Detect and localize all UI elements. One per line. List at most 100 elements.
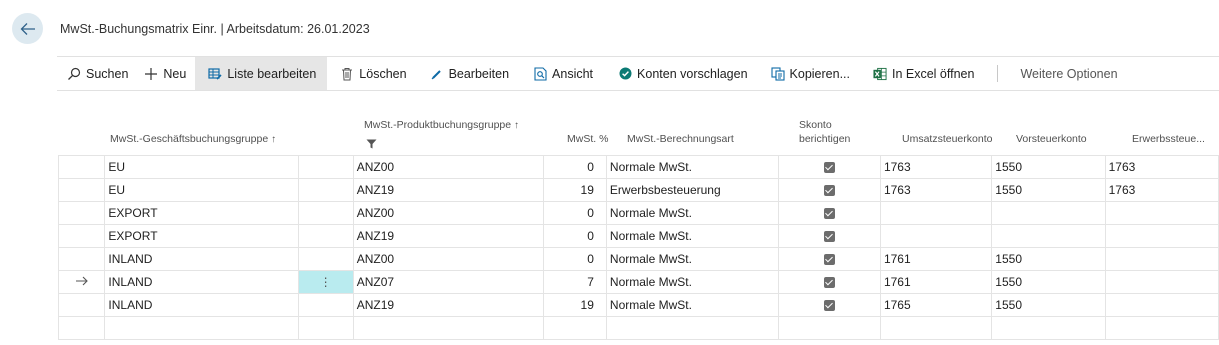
cell-vat-pct[interactable]: 19 — [542, 293, 607, 317]
header-sales-account[interactable]: Umsatzsteuerkonto — [902, 133, 992, 146]
cell-bus-group[interactable]: EU — [104, 178, 299, 202]
row-menu-cell[interactable] — [297, 155, 354, 179]
cell-purchase-account[interactable]: 1550 — [991, 270, 1106, 294]
more-options-button[interactable]: Weitere Optionen — [1010, 57, 1126, 90]
cell-skonto[interactable] — [777, 293, 881, 317]
header-acquisition-account[interactable]: Erwerbssteue... — [1132, 133, 1205, 146]
cell-prod-group[interactable]: ANZ19 — [352, 293, 544, 317]
empty-cell[interactable] — [879, 316, 993, 340]
cell-calc-type[interactable]: Normale MwSt. — [605, 270, 779, 294]
empty-cell[interactable] — [991, 316, 1106, 340]
cell-sales-account[interactable]: 1763 — [879, 178, 993, 202]
header-purchase-account[interactable]: Vorsteuerkonto — [1016, 133, 1087, 146]
checkbox-checked[interactable] — [823, 162, 835, 174]
cell-prod-group[interactable]: ANZ00 — [352, 155, 544, 179]
empty-cell[interactable] — [104, 316, 299, 340]
cell-skonto[interactable] — [777, 270, 881, 294]
cell-acquisition-account[interactable] — [1104, 247, 1219, 271]
checkbox-checked[interactable] — [823, 277, 835, 289]
checkbox-checked[interactable] — [823, 300, 835, 312]
cell-sales-account[interactable]: 1761 — [879, 247, 993, 271]
back-button[interactable] — [12, 13, 43, 44]
cell-prod-group[interactable]: ANZ19 — [352, 178, 544, 202]
cell-calc-type[interactable]: Normale MwSt. — [605, 293, 779, 317]
cell-sales-account[interactable]: 1765 — [879, 293, 993, 317]
cell-prod-group[interactable]: ANZ19 — [352, 224, 544, 248]
header-vat-pct[interactable]: MwSt. % — [567, 133, 608, 146]
cell-vat-pct[interactable]: 0 — [542, 224, 607, 248]
row-menu-cell[interactable] — [297, 201, 354, 225]
checkbox-checked[interactable] — [823, 208, 835, 220]
table-row[interactable]: EXPORT ANZ00 0 Normale MwSt. — [57, 201, 1219, 225]
suggest-accounts-button[interactable]: Konten vorschlagen — [602, 57, 757, 90]
cell-bus-group[interactable]: INLAND — [104, 247, 299, 271]
edit-button[interactable]: Bearbeiten — [416, 57, 518, 90]
table-row[interactable]: EU ANZ00 0 Normale MwSt. 1763 1550 1763 — [57, 155, 1219, 179]
cell-purchase-account[interactable]: 1550 — [991, 293, 1106, 317]
cell-skonto[interactable] — [777, 201, 881, 225]
checkbox-checked[interactable] — [823, 185, 835, 197]
open-excel-button[interactable]: In Excel öffnen — [859, 57, 983, 90]
cell-acquisition-account[interactable]: 1763 — [1104, 155, 1219, 179]
cell-calc-type[interactable]: Normale MwSt. — [605, 155, 779, 179]
cell-prod-group[interactable]: ANZ00 — [352, 247, 544, 271]
cell-acquisition-account[interactable]: 1763 — [1104, 178, 1219, 202]
cell-bus-group[interactable]: EU — [104, 155, 299, 179]
table-row[interactable]: INLAND ⋮ ANZ07 7 Normale MwSt. 1761 1550 — [57, 270, 1219, 294]
header-prod-group[interactable]: MwSt.-Produktbuchungsgruppe ↑ — [364, 119, 519, 132]
cell-purchase-account[interactable]: 1550 — [991, 247, 1106, 271]
cell-prod-group[interactable]: ANZ00 — [352, 201, 544, 225]
cell-purchase-account[interactable]: 1550 — [991, 155, 1106, 179]
table-row[interactable]: INLAND ANZ00 0 Normale MwSt. 1761 1550 — [57, 247, 1219, 271]
view-button[interactable]: Ansicht — [518, 57, 602, 90]
row-menu-cell[interactable] — [297, 293, 354, 317]
table-row-empty[interactable] — [57, 316, 1219, 340]
cell-calc-type[interactable]: Normale MwSt. — [605, 224, 779, 248]
table-row[interactable]: INLAND ANZ19 19 Normale MwSt. 1765 1550 — [57, 293, 1219, 317]
cell-skonto[interactable] — [777, 224, 881, 248]
cell-skonto[interactable] — [777, 247, 881, 271]
table-row[interactable]: EU ANZ19 19 Erwerbsbesteuerung 1763 1550 1763 — [57, 178, 1219, 202]
cell-acquisition-account[interactable] — [1104, 293, 1219, 317]
cell-sales-account[interactable] — [879, 201, 993, 225]
table-row[interactable]: EXPORT ANZ19 0 Normale MwSt. — [57, 224, 1219, 248]
cell-skonto[interactable] — [777, 155, 881, 179]
cell-prod-group[interactable]: ANZ07 — [352, 270, 544, 294]
copy-button[interactable]: Kopieren... — [757, 57, 859, 90]
cell-vat-pct[interactable]: 0 — [542, 201, 607, 225]
cell-sales-account[interactable]: 1763 — [879, 155, 993, 179]
header-calc-type[interactable]: MwSt.-Berechnungsart — [627, 133, 734, 146]
cell-bus-group[interactable]: EXPORT — [104, 201, 299, 225]
edit-list-button[interactable]: Liste bearbeiten — [195, 57, 328, 90]
cell-skonto[interactable] — [777, 178, 881, 202]
cell-vat-pct[interactable]: 19 — [542, 178, 607, 202]
row-menu-cell[interactable] — [297, 247, 354, 271]
cell-vat-pct[interactable]: 7 — [542, 270, 607, 294]
empty-cell[interactable] — [542, 316, 607, 340]
checkbox-checked[interactable] — [823, 231, 835, 243]
header-bus-group[interactable]: MwSt.-Geschäftsbuchungsgruppe ↑ — [110, 133, 276, 146]
empty-cell[interactable] — [352, 316, 544, 340]
empty-cell[interactable] — [57, 316, 106, 340]
filter-icon[interactable] — [366, 136, 377, 154]
cell-purchase-account[interactable] — [991, 224, 1106, 248]
delete-button[interactable]: Löschen — [327, 57, 415, 90]
cell-acquisition-account[interactable] — [1104, 224, 1219, 248]
cell-sales-account[interactable] — [879, 224, 993, 248]
cell-bus-group[interactable]: INLAND — [104, 293, 299, 317]
cell-bus-group[interactable]: EXPORT — [104, 224, 299, 248]
search-button[interactable]: Suchen — [57, 57, 137, 90]
cell-acquisition-account[interactable] — [1104, 201, 1219, 225]
cell-vat-pct[interactable]: 0 — [542, 155, 607, 179]
empty-cell[interactable] — [777, 316, 881, 340]
cell-vat-pct[interactable]: 0 — [542, 247, 607, 271]
cell-purchase-account[interactable] — [991, 201, 1106, 225]
empty-cell[interactable] — [297, 316, 354, 340]
cell-calc-type[interactable]: Erwerbsbesteuerung — [605, 178, 779, 202]
row-menu-cell[interactable] — [297, 178, 354, 202]
row-menu-cell[interactable]: ⋮ — [297, 270, 354, 294]
cell-acquisition-account[interactable] — [1104, 270, 1219, 294]
cell-sales-account[interactable]: 1761 — [879, 270, 993, 294]
empty-cell[interactable] — [1104, 316, 1219, 340]
cell-purchase-account[interactable]: 1550 — [991, 178, 1106, 202]
